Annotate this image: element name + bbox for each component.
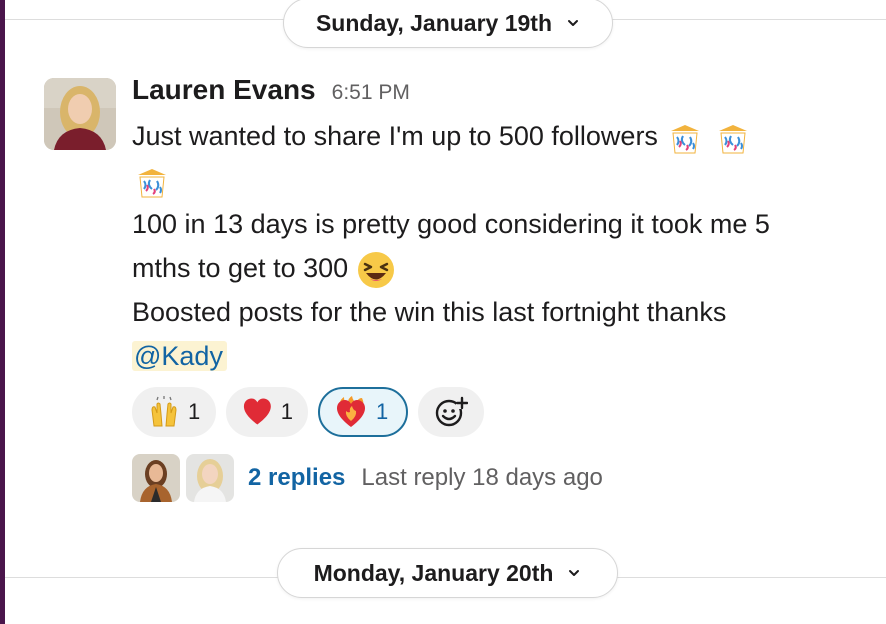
add-emoji-icon	[435, 396, 468, 427]
heart-on-fire-icon	[337, 396, 365, 427]
chevron-down-icon	[568, 20, 579, 26]
reply-avatar	[186, 454, 234, 502]
author-name[interactable]: Lauren Evans	[132, 74, 316, 106]
left-rail	[0, 0, 5, 624]
message-line: Just wanted to share I'm up to 500 follo…	[132, 121, 658, 151]
reactions-bar: 1 1 1	[132, 387, 484, 437]
date-label: Monday, January 20th	[313, 559, 554, 586]
add-reaction-button[interactable]	[418, 387, 484, 437]
message-line: mths to get to 300	[132, 253, 349, 283]
reaction-heart-on-fire[interactable]: 1	[318, 387, 408, 437]
chevron-down-icon	[569, 570, 580, 576]
replies-link[interactable]: 2 replies	[248, 464, 345, 492]
message: Lauren Evans 6:51 PM Just wanted to shar…	[132, 74, 872, 378]
laughing-face-icon	[357, 251, 394, 288]
red-heart-icon	[243, 398, 271, 425]
message-body: Just wanted to share I'm up to 500 follo…	[132, 114, 872, 378]
date-divider-sunday[interactable]: Sunday, January 19th	[283, 0, 613, 48]
reaction-red-heart[interactable]: 1	[226, 387, 308, 437]
reaction-count: 1	[376, 399, 389, 424]
reaction-count: 1	[188, 399, 201, 424]
party-popper-ribbon-icon	[718, 124, 747, 154]
party-popper-ribbon-icon	[671, 124, 700, 154]
user-mention[interactable]: @Kady	[132, 341, 227, 371]
reaction-raising-hands[interactable]: 1	[132, 387, 216, 437]
date-divider-monday[interactable]: Monday, January 20th	[277, 548, 618, 598]
author-avatar[interactable]	[44, 78, 116, 150]
reaction-count: 1	[280, 399, 293, 424]
party-popper-ribbon-icon	[138, 168, 166, 198]
message-line: Boosted posts for the win this last fort…	[132, 297, 727, 327]
raising-hands-icon	[151, 396, 177, 427]
message-timestamp[interactable]: 6:51 PM	[332, 81, 410, 105]
message-line: 100 in 13 days is pretty good considerin…	[132, 209, 770, 239]
thread-summary[interactable]: 2 replies Last reply 18 days ago	[132, 454, 603, 502]
date-label: Sunday, January 19th	[315, 9, 553, 36]
last-reply-time: Last reply 18 days ago	[361, 464, 603, 491]
reply-avatar	[132, 454, 180, 502]
